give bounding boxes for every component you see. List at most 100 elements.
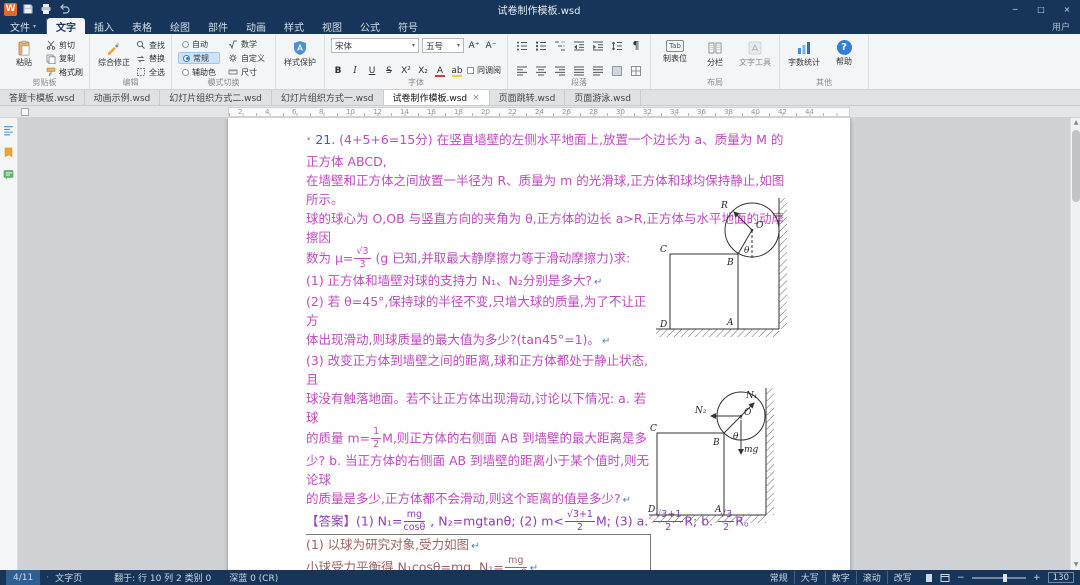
document-tab[interactable]: 动画示例.wsd <box>85 90 161 105</box>
status-toggle[interactable]: 常规 <box>764 571 794 584</box>
view-web-icon[interactable] <box>940 573 950 583</box>
document-line[interactable]: (1) 以球为研究对象,受力如图 ↵ <box>306 533 651 556</box>
cut-button[interactable]: 剪切 <box>46 39 83 51</box>
document-line[interactable]: 体出现滑动,则球质量的最大值为多少?(tan45°=1)。 ↵ <box>306 330 651 351</box>
underline-button[interactable]: U <box>365 63 379 78</box>
status-toggle[interactable]: 滚动 <box>855 571 887 584</box>
replace-button[interactable]: 替换 <box>136 53 165 65</box>
distribute-button[interactable] <box>590 63 606 78</box>
vertical-scrollbar[interactable]: ▲ ▼ <box>1070 118 1080 570</box>
close-button[interactable]: × <box>1054 0 1080 18</box>
figure-problem-diagram[interactable]: R O θ C B D A <box>652 196 792 346</box>
mode-auto-option[interactable]: 自动 <box>178 38 220 50</box>
align-center-button[interactable] <box>533 63 549 78</box>
word-count-button[interactable]: 字数统计 <box>786 38 822 67</box>
menu-tab[interactable]: 公式 <box>351 18 389 34</box>
find-button[interactable]: 查找 <box>136 39 165 51</box>
bold-button[interactable]: B <box>331 63 345 78</box>
document-tab[interactable]: 页面跳转.wsd <box>490 90 566 105</box>
font-family-select[interactable]: 宋体 ▾ <box>331 38 419 53</box>
paste-button[interactable]: 粘贴 <box>6 38 42 67</box>
highlight-button[interactable]: ab <box>450 63 464 78</box>
menu-tab[interactable]: 插入 <box>85 18 123 34</box>
document-tab[interactable]: 幻灯片组织方式二.wsd <box>160 90 272 105</box>
italic-button[interactable]: I <box>348 63 362 78</box>
print-icon[interactable] <box>40 3 52 15</box>
user-label[interactable]: 用户 <box>1052 18 1070 34</box>
document-line[interactable]: 的质量是多少,正方体都不会滑动,则这个距离的值是多少? ↵ <box>306 489 651 510</box>
mode-custom-option[interactable]: 自定义 <box>224 52 269 64</box>
document-line[interactable]: (3) 改变正方体到墙壁之间的距离,球和正方体都处于静止状态,且 <box>306 351 651 389</box>
zoom-slider[interactable] <box>971 573 1026 582</box>
page-indicator[interactable]: 4/11 <box>6 570 41 585</box>
maximize-button[interactable]: □ <box>1028 0 1054 18</box>
strikethrough-button[interactable]: S <box>382 63 396 78</box>
ruler[interactable]: 2 4 6 8 10 12 14 16 18 20 22 24 26 28 30 32 34 36 38 40 42 44 <box>0 106 1080 118</box>
menu-tab[interactable]: 绘图 <box>161 18 199 34</box>
subscript-button[interactable]: X₂ <box>416 63 430 78</box>
tab-close-icon[interactable]: × <box>472 93 480 103</box>
menu-tab[interactable]: 表格 <box>123 18 161 34</box>
scroll-down-icon[interactable]: ▼ <box>1071 560 1080 570</box>
multilevel-list-button[interactable] <box>552 38 568 53</box>
document-line[interactable]: • 21. (4+5+6=15分) 在竖直墙壁的左侧水平地面上,放置一个边长为 a… <box>306 130 792 171</box>
tab-stop-selector[interactable] <box>21 108 29 116</box>
font-color-button[interactable]: A <box>433 63 447 78</box>
grow-font-button[interactable]: A⁺ <box>467 38 481 53</box>
document-line[interactable]: (2) 若 θ=45°,保持球的半径不变,只增大球的质量,为了不让正方 <box>306 292 651 330</box>
align-left-button[interactable] <box>514 63 530 78</box>
mode-math-option[interactable]: 数学 <box>224 38 269 50</box>
help-button[interactable]: ? 帮助 <box>826 38 862 66</box>
numbering-button[interactable] <box>533 38 549 53</box>
bookmark-panel-icon[interactable] <box>2 146 15 159</box>
indent-increase-button[interactable] <box>590 38 606 53</box>
view-mode-label[interactable]: 文字页 <box>55 571 82 584</box>
menu-tab[interactable]: 动画 <box>237 18 275 34</box>
document-tab[interactable]: 答题卡模板.wsd <box>0 90 85 105</box>
page[interactable]: • 21. (4+5+6=15分) 在竖直墙壁的左侧水平地面上,放置一个边长为 a… <box>228 118 850 570</box>
document-canvas[interactable]: • 21. (4+5+6=15分) 在竖直墙壁的左侧水平地面上,放置一个边长为 a… <box>18 118 1070 570</box>
status-toggle[interactable]: 大写 <box>793 571 825 584</box>
save-icon[interactable] <box>22 3 34 15</box>
tab-stop-button[interactable]: Tab 制表位 <box>657 38 693 63</box>
line-spacing-button[interactable] <box>609 38 625 53</box>
scrollbar-thumb[interactable] <box>1072 130 1080 202</box>
font-size-select[interactable]: 五号 ▾ <box>422 38 464 53</box>
font-option-checkbox[interactable] <box>467 67 474 74</box>
style-protect-button[interactable]: 样式保护 <box>282 38 318 67</box>
menu-tab[interactable]: 部件 <box>199 18 237 34</box>
comment-panel-icon[interactable] <box>2 168 15 181</box>
menu-tab[interactable]: 视图 <box>313 18 351 34</box>
app-logo[interactable]: W <box>4 2 17 16</box>
document-line[interactable]: 少? b. 当正方体的右侧面 AB 到墙壁的距离小于某个值时,则无论球 <box>306 451 651 489</box>
document-tab[interactable]: 试卷制作模板.wsd × <box>383 90 490 105</box>
status-toggle[interactable]: 数字 <box>824 571 856 584</box>
view-page-icon[interactable] <box>924 573 934 583</box>
figure-force-diagram[interactable]: N₁ N₂ mg O θ C B D A <box>647 386 777 536</box>
zoom-out-button[interactable]: − <box>956 573 966 583</box>
bullets-button[interactable] <box>514 38 530 53</box>
borders-button[interactable] <box>628 63 644 78</box>
superscript-button[interactable]: X² <box>399 63 413 78</box>
align-right-button[interactable] <box>552 63 568 78</box>
columns-button[interactable]: 分栏 <box>697 38 733 67</box>
minimize-button[interactable]: ─ <box>1002 0 1028 18</box>
document-line[interactable]: (1) 正方体和墙壁对球的支持力 N₁、N₂分别是多大? ↵ <box>306 271 651 292</box>
zoom-level[interactable]: 130 <box>1047 572 1074 583</box>
menu-tab[interactable]: 文字 <box>47 18 86 34</box>
document-tab[interactable]: 幻灯片组织方式一.wsd <box>272 90 384 105</box>
document-tab[interactable]: 页面游泳.wsd <box>565 90 641 105</box>
document-line[interactable]: 球没有触落地面。若不让正方体出现滑动,讨论以下情况: a. 若球 <box>306 389 651 427</box>
zoom-in-button[interactable]: + <box>1032 573 1042 583</box>
menu-tab[interactable]: 样式 <box>275 18 313 34</box>
undo-icon[interactable] <box>58 3 70 15</box>
paragraph-mark-button[interactable]: ¶ <box>628 38 644 53</box>
shrink-font-button[interactable]: A⁻ <box>484 38 498 53</box>
copy-button[interactable]: 复制 <box>46 53 83 65</box>
document-line[interactable]: 的质量 m= 1 2 M,则正方体的右侧面 AB 到墙壁的最大距离是多 <box>306 426 651 451</box>
mode-normal-option[interactable]: 常规 <box>178 52 220 64</box>
justify-button[interactable] <box>571 63 587 78</box>
shading-button[interactable] <box>609 63 625 78</box>
status-toggle[interactable]: 改写 <box>886 571 918 584</box>
indent-decrease-button[interactable] <box>571 38 587 53</box>
